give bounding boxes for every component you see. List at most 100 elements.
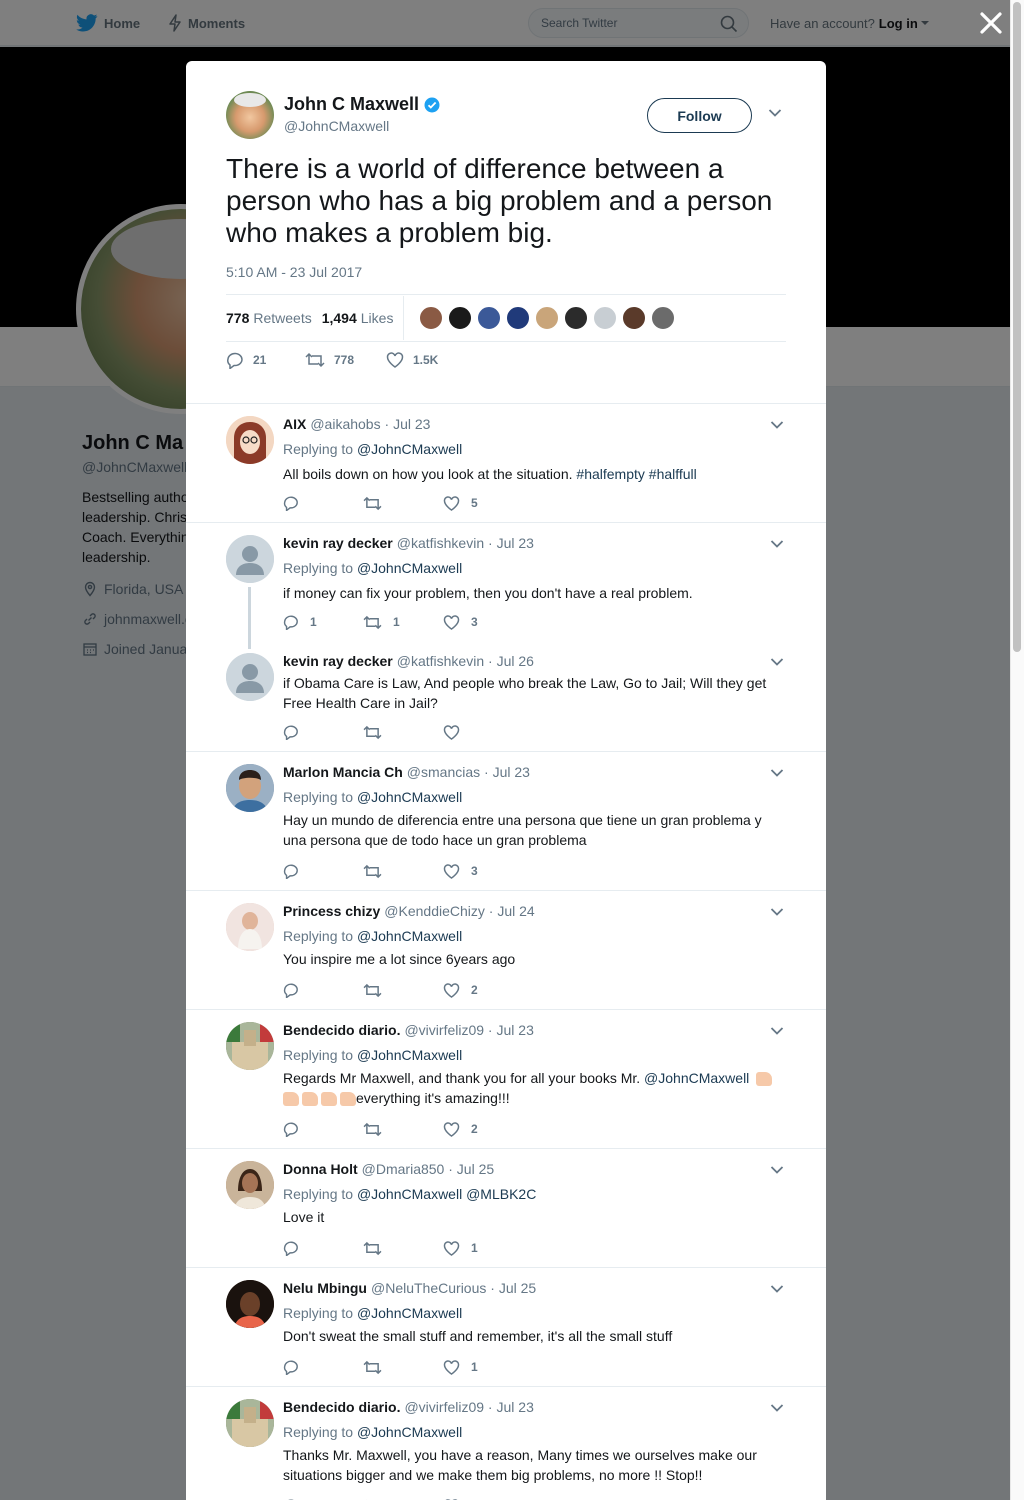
reply-action[interactable]: [283, 1359, 363, 1375]
chevron-down-icon[interactable]: [770, 420, 784, 430]
like-action[interactable]: 5: [443, 495, 523, 511]
reply-date[interactable]: Jul 23: [393, 416, 430, 432]
chevron-down-icon[interactable]: [770, 1284, 784, 1294]
reply-author-name[interactable]: Nelu Mbingu: [283, 1280, 367, 1296]
likes-stat[interactable]: 1,494 Likes: [322, 310, 394, 326]
replying-mention[interactable]: @JohnCMaxwell: [357, 560, 462, 576]
like-action[interactable]: 1.5K: [386, 352, 438, 368]
liker-avatar[interactable]: [622, 306, 647, 330]
reply-author-handle[interactable]: @vivirfeliz09: [404, 1399, 484, 1415]
reply-thread[interactable]: kevin ray decker @katfishkevin · Jul 23 …: [186, 523, 826, 752]
reply-date[interactable]: Jul 25: [457, 1161, 494, 1177]
replying-mention[interactable]: @JohnCMaxwell: [357, 1305, 462, 1321]
close-icon[interactable]: [978, 10, 1004, 36]
hashtags[interactable]: #halfempty #halffull: [576, 466, 696, 482]
chevron-down-icon[interactable]: [770, 1026, 784, 1036]
retweet-action[interactable]: [363, 1122, 443, 1137]
reply-tweet[interactable]: Donna Holt @Dmaria850 · Jul 25 Replying …: [186, 1149, 826, 1268]
reply-avatar[interactable]: [226, 1022, 274, 1070]
reply-author-name[interactable]: Donna Holt: [283, 1161, 358, 1177]
liker-avatar[interactable]: [448, 306, 473, 330]
chevron-down-icon[interactable]: [770, 539, 784, 549]
reply-tweet[interactable]: Marlon Mancia Ch @smancias · Jul 23 Repl…: [186, 752, 826, 891]
reply-date[interactable]: Jul 24: [497, 903, 534, 919]
chevron-down-icon[interactable]: [770, 907, 784, 917]
reply-action[interactable]: [283, 1240, 363, 1256]
reply-tweet[interactable]: Bendecido diario. @vivirfeliz09 · Jul 23…: [186, 1387, 826, 1500]
liker-avatar[interactable]: [419, 306, 444, 330]
reply-date[interactable]: Jul 23: [497, 1022, 534, 1038]
follow-button[interactable]: Follow: [647, 98, 752, 133]
liker-avatar[interactable]: [651, 306, 676, 330]
author-name-row[interactable]: John C Maxwell: [284, 94, 440, 115]
chevron-down-icon[interactable]: [770, 657, 784, 667]
reply-date[interactable]: Jul 25: [499, 1280, 536, 1296]
replying-mention[interactable]: @JohnCMaxwell: [357, 1186, 462, 1202]
reply-avatar[interactable]: [226, 1399, 274, 1447]
reply-action[interactable]: [283, 495, 363, 511]
tweet-timestamp[interactable]: 5:10 AM - 23 Jul 2017: [226, 264, 362, 280]
reply-date[interactable]: Jul 26: [497, 653, 534, 669]
reply-avatar[interactable]: [226, 416, 274, 464]
reply-action[interactable]: [283, 982, 363, 998]
reply-author-handle[interactable]: @KenddieChizy: [384, 903, 485, 919]
retweet-action[interactable]: [363, 496, 443, 511]
retweet-action[interactable]: 1: [363, 615, 443, 630]
chevron-down-icon[interactable]: [770, 1165, 784, 1175]
like-action[interactable]: 3: [443, 863, 523, 879]
liker-avatar[interactable]: [564, 306, 589, 330]
reply-author-name[interactable]: kevin ray decker: [283, 535, 393, 551]
retweet-action[interactable]: [363, 1360, 443, 1375]
reply-author-handle[interactable]: @aikahobs: [310, 416, 380, 432]
reply-author-handle[interactable]: @katfishkevin: [397, 535, 484, 551]
replying-mention[interactable]: @JohnCMaxwell: [357, 441, 462, 457]
retweet-action[interactable]: [363, 725, 443, 740]
replying-mention[interactable]: @JohnCMaxwell: [357, 1047, 462, 1063]
reply-date[interactable]: Jul 23: [497, 1399, 534, 1415]
chevron-down-icon[interactable]: [770, 768, 784, 778]
reply-date[interactable]: Jul 23: [493, 764, 530, 780]
reply-avatar[interactable]: [226, 1161, 274, 1209]
reply-author-name[interactable]: kevin ray decker: [283, 653, 393, 669]
reply-action[interactable]: [283, 863, 363, 879]
liker-avatar[interactable]: [593, 306, 618, 330]
author-avatar[interactable]: [226, 91, 274, 139]
chevron-down-icon[interactable]: [770, 1403, 784, 1413]
reply-author-name[interactable]: Princess chizy: [283, 903, 380, 919]
reply-author-handle[interactable]: @Dmaria850: [362, 1161, 445, 1177]
reply-avatar[interactable]: [226, 903, 274, 951]
liker-avatar[interactable]: [506, 306, 531, 330]
reply-avatar[interactable]: [226, 1280, 274, 1328]
scrollbar-thumb[interactable]: [1013, 2, 1021, 652]
like-action[interactable]: 1: [443, 1240, 523, 1256]
liker-avatar[interactable]: [535, 306, 560, 330]
retweets-stat[interactable]: 778 Retweets: [226, 310, 312, 326]
reply-author-handle[interactable]: @katfishkevin: [397, 653, 484, 669]
reply-tweet[interactable]: Bendecido diario. @vivirfeliz09 · Jul 23…: [186, 1010, 826, 1149]
reply-author-name[interactable]: Bendecido diario.: [283, 1399, 400, 1415]
like-action[interactable]: 1: [443, 1359, 523, 1375]
liker-avatar[interactable]: [477, 306, 502, 330]
retweet-action[interactable]: [363, 864, 443, 879]
like-action[interactable]: [443, 724, 523, 740]
replying-mention[interactable]: @JohnCMaxwell: [357, 928, 462, 944]
retweet-action[interactable]: [363, 983, 443, 998]
author-handle[interactable]: @JohnCMaxwell: [284, 118, 389, 134]
reply-author-name[interactable]: Bendecido diario.: [283, 1022, 400, 1038]
reply-author-name[interactable]: AIX: [283, 416, 306, 432]
retweet-action[interactable]: 778: [305, 352, 386, 368]
reply-avatar[interactable]: [226, 764, 274, 812]
reply-author-name[interactable]: Marlon Mancia Ch: [283, 764, 403, 780]
reply-avatar[interactable]: [226, 653, 274, 701]
replying-mention[interactable]: @JohnCMaxwell: [357, 789, 462, 805]
retweet-action[interactable]: [363, 1241, 443, 1256]
reply-author-handle[interactable]: @smancias: [407, 764, 480, 780]
reply-action[interactable]: 21: [226, 351, 305, 369]
like-action[interactable]: 2: [443, 982, 523, 998]
like-action[interactable]: 3: [443, 614, 523, 630]
author-name[interactable]: John C Maxwell: [284, 94, 419, 115]
reply-author-handle[interactable]: @NeluTheCurious: [371, 1280, 486, 1296]
reply-author-handle[interactable]: @vivirfeliz09: [404, 1022, 484, 1038]
reply-tweet[interactable]: Princess chizy @KenddieChizy · Jul 24 Re…: [186, 891, 826, 1010]
reply-tweet[interactable]: Nelu Mbingu @NeluTheCurious · Jul 25 Rep…: [186, 1268, 826, 1387]
